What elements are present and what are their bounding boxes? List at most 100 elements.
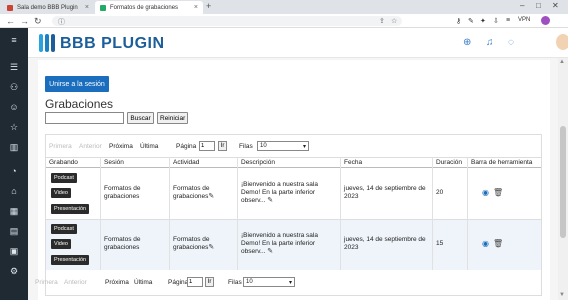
column-header[interactable]: Duración — [436, 159, 462, 166]
column-header[interactable]: Fecha — [344, 159, 362, 166]
column-header[interactable]: Descripción — [241, 159, 275, 166]
page-label: Página — [168, 279, 189, 286]
clipboard-icon[interactable]: ▣ — [0, 246, 28, 257]
column-divider — [169, 157, 170, 270]
bell-icon[interactable]: ♫ — [486, 37, 494, 48]
pager-prev[interactable]: Anterior — [64, 279, 87, 286]
new-tab-icon[interactable]: + — [206, 1, 211, 11]
eye-icon[interactable]: ◉ — [482, 188, 489, 197]
trash-icon[interactable]: 🗑 — [493, 188, 503, 197]
pager-prev[interactable]: Anterior — [79, 143, 102, 150]
pencil-icon[interactable]: ✎ — [208, 244, 214, 251]
page-number-input[interactable] — [199, 141, 215, 151]
document-icon[interactable]: ▤ — [0, 226, 28, 237]
column-divider — [340, 157, 341, 270]
hamburger-icon[interactable]: ≡ — [0, 35, 28, 45]
forward-icon[interactable]: → — [20, 16, 29, 26]
vpn-badge[interactable]: VPN — [518, 17, 530, 23]
book-icon[interactable]: ▥ — [0, 142, 28, 153]
podcast-button[interactable]: Podcast — [51, 224, 77, 234]
avatar[interactable] — [556, 34, 568, 50]
close-icon[interactable]: × — [81, 4, 89, 11]
people-icon[interactable]: ⚇ — [0, 82, 28, 93]
share-icon[interactable]: ⇪ — [379, 17, 385, 25]
window-close-icon[interactable]: ✕ — [552, 1, 559, 10]
dashboard-icon[interactable]: ◔ — [0, 166, 28, 176]
reset-button[interactable]: Reiniciar — [157, 112, 188, 124]
pager-next[interactable]: Próxima — [109, 143, 133, 150]
page-scrollbar[interactable]: ▲ ▼ — [558, 58, 568, 300]
extensions-icon[interactable]: ✦ — [480, 17, 486, 25]
browser-tab-strip: Sala demo BBB Plugin × Formatos de graba… — [0, 0, 568, 14]
eye-icon[interactable]: ◉ — [482, 239, 489, 248]
home-icon[interactable]: ⌂ — [0, 186, 28, 196]
minimize-icon[interactable]: – — [520, 1, 524, 10]
star-icon[interactable]: ☆ — [0, 122, 28, 133]
scrollbar-thumb[interactable] — [560, 126, 566, 238]
podcast-button[interactable]: Podcast — [51, 173, 77, 183]
go-button[interactable]: Ir — [205, 277, 214, 287]
pencil-icon[interactable]: ✎ — [267, 248, 273, 255]
column-divider — [237, 157, 238, 270]
date-line: 2023 — [344, 244, 359, 251]
rows-select-value: 10 — [260, 143, 267, 149]
pencil-icon[interactable]: ✎ — [208, 193, 214, 200]
url-field[interactable]: ⓘ ⇪ ☆ — [52, 16, 402, 26]
scroll-down-icon[interactable]: ▼ — [559, 292, 565, 298]
column-header[interactable]: Grabando — [49, 159, 78, 166]
pager-next[interactable]: Próxima — [105, 279, 129, 286]
chevron-down-icon: ▾ — [288, 279, 292, 286]
column-header[interactable]: Barra de herramienta — [471, 159, 532, 166]
page-number-input[interactable] — [187, 277, 203, 287]
user-icon[interactable]: ☺ — [0, 102, 28, 112]
page-info-icon[interactable]: ⓘ — [58, 17, 65, 27]
back-icon[interactable]: ← — [6, 16, 15, 26]
bookmark-icon[interactable]: ☆ — [391, 17, 397, 25]
column-header[interactable]: Sesión — [104, 159, 124, 166]
pencil-icon[interactable]: ✎ — [267, 197, 273, 204]
column-divider — [100, 157, 101, 270]
chevron-down-icon: ▾ — [302, 143, 306, 150]
address-bar: ← → ↻ ⓘ ⇪ ☆ ⚷ ✎ ✦ ⇩ ≡ VPN — [0, 14, 568, 28]
tab-sala-demo[interactable]: Sala demo BBB Plugin × — [2, 1, 94, 14]
paint-icon[interactable]: ✎ — [468, 17, 474, 25]
presentation-button[interactable]: Presentación — [51, 204, 90, 214]
pager-first[interactable]: Primera — [49, 143, 72, 150]
video-button[interactable]: Video — [51, 239, 71, 249]
description-line: observ... — [241, 197, 266, 204]
settings-icon[interactable]: ⚙ — [0, 266, 28, 277]
globe-icon[interactable]: ⊕ — [463, 37, 471, 48]
description-cell: ¡Bienvenido a nuestra sala Demo! En la p… — [241, 181, 318, 205]
session-line: Formatos de — [104, 236, 141, 243]
column-header[interactable]: Actividad — [173, 159, 199, 166]
pager-last[interactable]: Última — [134, 279, 152, 286]
list-icon[interactable]: ☰ — [0, 62, 28, 73]
key-icon[interactable]: ⚷ — [456, 17, 461, 25]
pager-first[interactable]: Primera — [35, 279, 58, 286]
scroll-up-icon[interactable]: ▲ — [559, 59, 565, 65]
trash-icon[interactable]: 🗑 — [493, 239, 503, 248]
reload-icon[interactable]: ↻ — [34, 16, 42, 27]
profile-avatar[interactable] — [541, 16, 550, 25]
activity-line: grabaciones — [173, 193, 209, 200]
calendar-icon[interactable]: ▦ — [0, 206, 28, 217]
go-button[interactable]: Ir — [218, 141, 227, 151]
pager-last[interactable]: Última — [140, 143, 158, 150]
download-icon[interactable]: ⇩ — [493, 17, 499, 25]
chat-icon[interactable]: ◌ — [508, 37, 514, 48]
close-icon[interactable]: × — [190, 4, 198, 11]
session-cell: Formatos de grabaciones — [104, 185, 141, 201]
activity-cell: Formatos de grabaciones✎ — [173, 236, 214, 252]
activity-cell: Formatos de grabaciones✎ — [173, 185, 214, 201]
rows-select[interactable]: 10 ▾ — [243, 277, 295, 287]
tab-formatos-de-grabaciones[interactable]: Formatos de grabaciones × — [95, 1, 203, 14]
maximize-icon[interactable]: □ — [536, 1, 541, 10]
video-button[interactable]: Video — [51, 188, 71, 198]
logo-text[interactable]: BBB PLUGIN — [60, 35, 165, 53]
join-session-button[interactable]: Unirse a la sesión — [45, 76, 109, 92]
menu-icon[interactable]: ≡ — [506, 17, 510, 24]
rows-select[interactable]: 10 ▾ — [257, 141, 309, 151]
presentation-button[interactable]: Presentación — [51, 255, 90, 265]
search-input[interactable] — [45, 112, 124, 124]
search-button[interactable]: Buscar — [127, 112, 154, 124]
